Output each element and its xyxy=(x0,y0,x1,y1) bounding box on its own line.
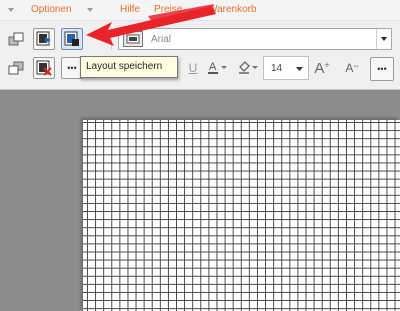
layers-back-icon xyxy=(8,61,24,75)
load-layout-icon xyxy=(36,31,51,46)
load-layout-button[interactable] xyxy=(33,28,55,50)
layout-front-button[interactable] xyxy=(5,28,27,50)
fill-color-button[interactable] xyxy=(236,57,262,79)
font-name-value: Arial xyxy=(151,34,172,45)
toolbar-separator xyxy=(111,28,112,50)
shrink-font-label: A xyxy=(345,61,354,75)
shrink-font-button[interactable]: A − xyxy=(340,57,364,79)
font-select[interactable]: Arial xyxy=(118,28,392,50)
font-size-select[interactable]: 14 xyxy=(263,56,309,80)
paint-bucket-icon xyxy=(239,61,258,74)
toolbar: Arial ••• U A 14 A + A − ••• xyxy=(0,21,400,90)
font-size-value: 14 xyxy=(271,63,283,74)
menu-item-hilfe[interactable]: Hilfe xyxy=(120,4,140,15)
font-dropdown-arrow[interactable] xyxy=(376,29,391,49)
layout-back-button[interactable] xyxy=(5,57,27,79)
grid-paper[interactable] xyxy=(83,120,400,311)
menu-item-preise[interactable]: Preise xyxy=(154,4,182,15)
delete-layout-icon xyxy=(36,60,52,76)
underline-button[interactable]: U xyxy=(182,57,204,79)
more-formatting-label: ••• xyxy=(377,64,387,74)
text-color-icon: A xyxy=(208,61,227,74)
save-layout-button[interactable] xyxy=(61,28,83,50)
chevron-down-icon xyxy=(381,37,387,41)
save-layout-icon xyxy=(64,31,79,46)
plus-icon: + xyxy=(324,60,330,70)
menu-item-warenkorb[interactable]: Warenkorb xyxy=(208,4,257,15)
font-style-icon xyxy=(123,31,143,47)
tooltip: Layout speichern xyxy=(80,56,178,78)
menu-item-optionen[interactable]: Optionen xyxy=(31,4,72,15)
menu-caret-icon[interactable] xyxy=(87,8,93,12)
chevron-down-icon xyxy=(296,67,303,71)
svg-text:A: A xyxy=(209,61,217,73)
grow-font-button[interactable]: A + xyxy=(310,57,334,79)
grow-font-label: A xyxy=(314,59,325,77)
text-color-button[interactable]: A xyxy=(205,57,231,79)
canvas-area[interactable] xyxy=(0,90,400,311)
menu-bar: Optionen Hilfe Preise Warenkorb xyxy=(0,0,400,21)
delete-layout-button[interactable] xyxy=(33,57,55,79)
more-formatting-button[interactable]: ••• xyxy=(370,57,394,81)
menu-caret-icon[interactable] xyxy=(8,8,14,12)
minus-icon: − xyxy=(353,60,359,71)
layers-front-icon xyxy=(8,32,24,46)
